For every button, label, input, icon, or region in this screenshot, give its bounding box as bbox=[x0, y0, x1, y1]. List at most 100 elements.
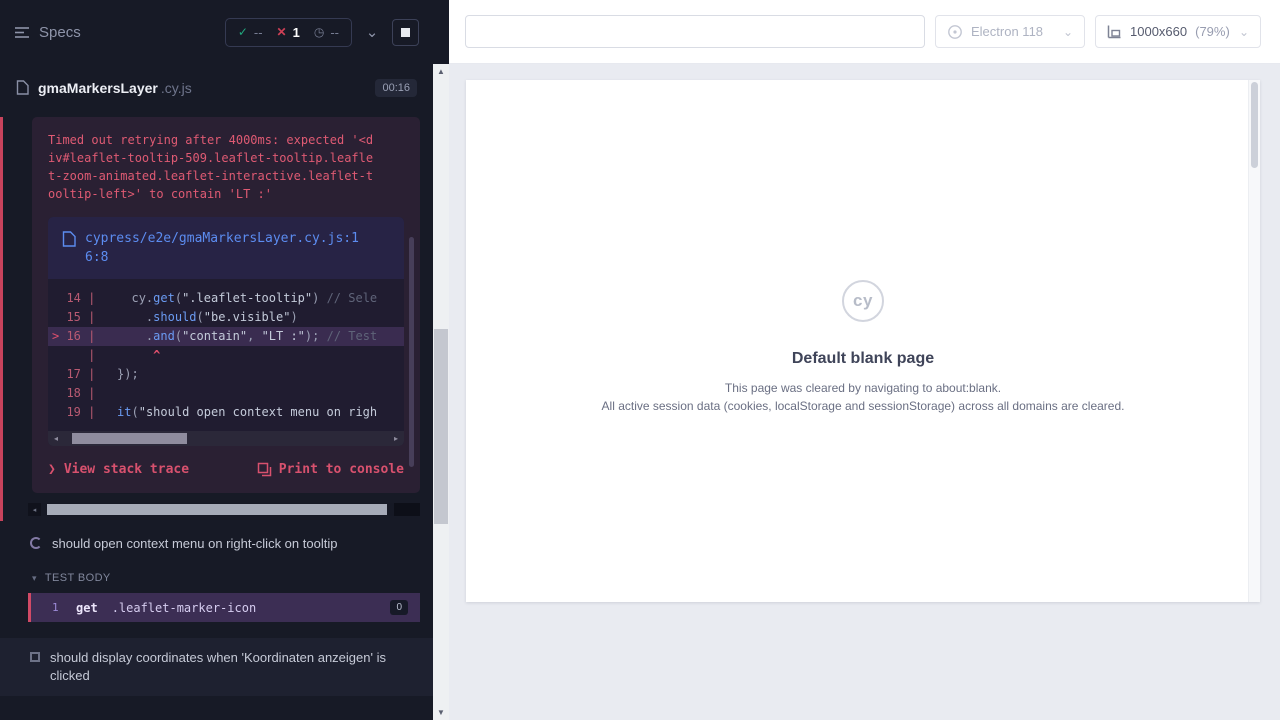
browser-label: Electron 118 bbox=[971, 24, 1043, 39]
failed-attempt-border bbox=[0, 117, 3, 521]
code-line-15: 15 | .should("be.visible") bbox=[48, 308, 404, 327]
test-processing-icon bbox=[30, 652, 40, 662]
code-line-17: 17 | }); bbox=[48, 365, 404, 384]
test-queued[interactable]: should display coordinates when 'Koordin… bbox=[0, 638, 433, 696]
error-message: Timed out retrying after 4000ms: expecte… bbox=[48, 131, 380, 203]
view-stack-trace-label: View stack trace bbox=[64, 462, 189, 477]
stat-pending: ◷ -- bbox=[314, 25, 339, 40]
scrollbar-header-cap bbox=[433, 0, 449, 64]
reporter-log: Timed out retrying after 4000ms: expecte… bbox=[0, 111, 433, 720]
print-to-console-label: Print to console bbox=[279, 462, 404, 477]
view-stack-trace-link[interactable]: ❯ View stack trace bbox=[48, 462, 189, 477]
chevron-down-icon: ⌄ bbox=[366, 24, 379, 41]
reporter-controls: ✓ -- ✕ 1 ◷ -- ⌄ bbox=[225, 18, 419, 47]
stop-run-button[interactable] bbox=[392, 19, 419, 46]
blank-page-title: Default blank page bbox=[792, 350, 934, 368]
page-scroll-thumb[interactable] bbox=[1251, 82, 1258, 168]
test-title: should display coordinates when 'Koordin… bbox=[50, 649, 395, 685]
reporter-header: Specs ✓ -- ✕ 1 ◷ -- ⌄ bbox=[0, 0, 433, 64]
specs-list-icon bbox=[14, 26, 30, 39]
failed-icon: ✕ bbox=[277, 25, 287, 39]
reporter-scroll-thumb[interactable] bbox=[47, 504, 387, 515]
print-to-console-button[interactable]: Print to console bbox=[257, 462, 404, 477]
cypress-logo: cy bbox=[842, 280, 884, 322]
code-scroll-track bbox=[64, 431, 388, 446]
test-stats: ✓ -- ✕ 1 ◷ -- bbox=[225, 18, 352, 47]
scrollbar-corner bbox=[394, 503, 420, 516]
viewport-select[interactable]: 1000x660 (79%) ⌄ bbox=[1095, 15, 1261, 48]
spec-name: gmaMarkersLayer bbox=[38, 80, 158, 96]
scrollbar-track-body: ▲ ▼ bbox=[433, 64, 449, 720]
browser-select[interactable]: Electron 118 ⌄ bbox=[935, 15, 1085, 48]
code-line-18: 18 | bbox=[48, 384, 404, 403]
collapse-all-button[interactable]: ⌄ bbox=[359, 19, 385, 45]
error-actions: ❯ View stack trace Print to console bbox=[48, 462, 404, 477]
error-file-link[interactable]: cypress/e2e/gmaMarkersLayer.cy.js:16:8 bbox=[85, 229, 370, 267]
spec-file-icon bbox=[16, 80, 29, 95]
code-line-14: 14 | cy.get(".leaflet-tooltip") // Sele bbox=[48, 289, 404, 308]
caret-down-icon: ▾ bbox=[32, 573, 37, 584]
arrow-right-icon: ❯ bbox=[48, 462, 56, 477]
passed-count: -- bbox=[254, 25, 263, 40]
scroll-thumb[interactable] bbox=[434, 329, 448, 524]
blank-page-line1: This page was cleared by navigating to a… bbox=[725, 380, 1001, 396]
blank-page-line2: All active session data (cookies, localS… bbox=[602, 398, 1125, 414]
aut-page: cy Default blank page This page was clea… bbox=[466, 80, 1260, 602]
specs-label: Specs bbox=[39, 24, 81, 41]
command-number: 1 bbox=[52, 601, 76, 614]
scroll-track bbox=[433, 79, 449, 705]
pending-count: -- bbox=[330, 25, 339, 40]
specs-menu-button[interactable]: Specs bbox=[14, 24, 81, 41]
pending-icon: ◷ bbox=[314, 25, 324, 39]
reporter-vertical-scrollbar: ▲ ▼ bbox=[433, 0, 449, 720]
chevron-down-icon: ⌄ bbox=[1239, 25, 1249, 39]
viewport-size: 1000x660 bbox=[1130, 24, 1187, 39]
spec-header[interactable]: gmaMarkersLayer .cy.js 00:16 bbox=[0, 64, 433, 111]
stat-passed: ✓ -- bbox=[238, 25, 263, 40]
reporter-horizontal-scrollbar: ◂ bbox=[28, 503, 420, 516]
test-running-spinner-icon bbox=[30, 537, 42, 549]
viewport-zoom: (79%) bbox=[1195, 24, 1230, 39]
command-count-badge: 0 bbox=[390, 600, 408, 615]
test-body-label: TEST BODY bbox=[45, 572, 111, 584]
file-icon bbox=[62, 229, 76, 247]
chevron-down-icon: ⌄ bbox=[1063, 25, 1073, 39]
code-horizontal-scrollbar: ◂ ▸ bbox=[48, 431, 404, 446]
scroll-left-icon[interactable]: ◂ bbox=[28, 503, 41, 516]
command-log-row[interactable]: 1 get .leaflet-marker-icon 0 bbox=[28, 593, 420, 622]
scroll-up-icon[interactable]: ▲ bbox=[433, 64, 449, 79]
passed-icon: ✓ bbox=[238, 25, 248, 39]
aut-header: Electron 118 ⌄ 1000x660 (79%) ⌄ bbox=[449, 0, 1280, 64]
error-panel: Timed out retrying after 4000ms: expecte… bbox=[32, 117, 420, 493]
failed-count: 1 bbox=[293, 25, 300, 40]
test-body-toggle[interactable]: ▾ TEST BODY bbox=[0, 564, 433, 593]
test-running[interactable]: should open context menu on right-click … bbox=[0, 524, 433, 564]
url-input[interactable] bbox=[465, 15, 925, 48]
code-line-caret: | ^ bbox=[48, 346, 404, 365]
code-scroll-thumb[interactable] bbox=[72, 433, 187, 444]
print-console-icon bbox=[257, 462, 272, 477]
electron-icon bbox=[947, 24, 963, 40]
command-message: .leaflet-marker-icon bbox=[112, 601, 257, 615]
stop-icon bbox=[401, 28, 410, 37]
page-vertical-scrollbar bbox=[1248, 80, 1260, 602]
aut-viewport-area: cy Default blank page This page was clea… bbox=[449, 64, 1280, 720]
blank-page-content: cy Default blank page This page was clea… bbox=[466, 80, 1260, 602]
stat-failed: ✕ 1 bbox=[277, 25, 300, 40]
code-line-19: 19 | it("should open context menu on rig… bbox=[48, 403, 404, 422]
code-frame-header: cypress/e2e/gmaMarkersLayer.cy.js:16:8 bbox=[48, 217, 404, 279]
scroll-down-icon[interactable]: ▼ bbox=[433, 705, 449, 720]
error-vertical-scroll-thumb[interactable] bbox=[409, 237, 414, 467]
scroll-left-icon[interactable]: ◂ bbox=[48, 431, 64, 446]
command-method: get bbox=[76, 601, 98, 615]
reporter-panel: Specs ✓ -- ✕ 1 ◷ -- ⌄ bbox=[0, 0, 433, 720]
spec-duration-badge: 00:16 bbox=[375, 79, 417, 97]
test-title: should open context menu on right-click … bbox=[52, 535, 337, 553]
viewport-size-icon bbox=[1107, 24, 1122, 39]
code-frame: cypress/e2e/gmaMarkersLayer.cy.js:16:8 1… bbox=[48, 217, 404, 446]
aut-panel: Electron 118 ⌄ 1000x660 (79%) ⌄ cy Defau… bbox=[449, 0, 1280, 720]
spec-extension: .cy.js bbox=[161, 80, 192, 96]
scroll-right-icon[interactable]: ▸ bbox=[388, 431, 404, 446]
reporter-scroll-track bbox=[41, 503, 394, 516]
cypress-runner: Specs ✓ -- ✕ 1 ◷ -- ⌄ bbox=[0, 0, 1280, 720]
